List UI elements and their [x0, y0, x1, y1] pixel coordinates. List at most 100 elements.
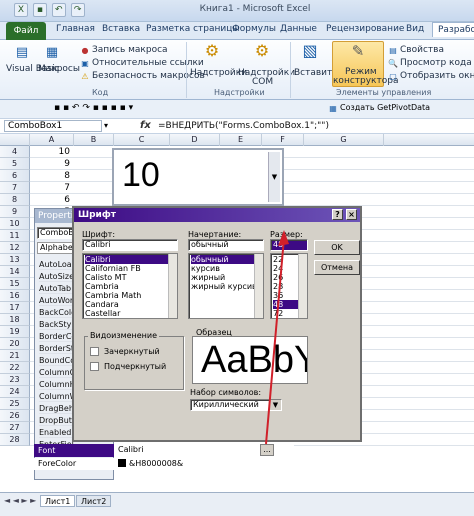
prop-font-name[interactable]: Font [34, 444, 114, 457]
column-header-f[interactable]: F [262, 134, 304, 146]
get-pivot-data-button[interactable]: ▦ Создать GetPivotData [328, 103, 430, 114]
ribbon-separator [290, 42, 291, 98]
record-macro-button[interactable]: ● Запись макроса [80, 45, 168, 56]
show-window-button[interactable]: ▢ Отобразить окно [388, 71, 474, 82]
font-style-input[interactable]: обычный [188, 239, 264, 251]
font-list-item[interactable]: Cambria [85, 282, 169, 291]
help-icon[interactable]: ? [332, 209, 343, 220]
prop-font-value[interactable]: Calibri [118, 445, 144, 454]
tab-insert[interactable]: Вставка [102, 24, 140, 34]
row-header[interactable]: 23 [0, 374, 30, 386]
font-list-item[interactable]: Calibri [85, 255, 169, 264]
row-header[interactable]: 9 [0, 206, 30, 218]
tab-formulas[interactable]: Формулы [232, 24, 276, 34]
row-header[interactable]: 28 [0, 434, 30, 446]
properties-tab-alphabetic[interactable]: Alphabeti [37, 242, 77, 254]
underline-checkbox[interactable] [90, 362, 99, 371]
row-header[interactable]: 27 [0, 422, 30, 434]
design-mode-button[interactable]: ✎ Режим конструктора [332, 41, 398, 87]
record-macro-label: Запись макроса [92, 45, 168, 55]
cell-a[interactable]: 7 [30, 183, 70, 193]
addins-gear-icon: ⚙ [204, 41, 220, 60]
tab-developer[interactable]: Разработ [432, 22, 474, 37]
row-header[interactable]: 7 [0, 182, 30, 194]
size-list-scrollbar[interactable] [298, 254, 307, 318]
strikeout-checkbox[interactable] [90, 347, 99, 356]
column-header-a[interactable]: A [30, 134, 74, 146]
row-header[interactable]: 19 [0, 326, 30, 338]
font-list-item[interactable]: Californian FB [85, 264, 169, 273]
column-header-d[interactable]: D [170, 134, 220, 146]
cell-a[interactable]: 8 [30, 171, 70, 181]
column-header-e[interactable]: E [220, 134, 262, 146]
prop-forecolor-name[interactable]: ForeColor [34, 458, 114, 470]
row-header[interactable]: 12 [0, 242, 30, 254]
row-header[interactable]: 16 [0, 290, 30, 302]
formula-input[interactable]: =ВНЕДРИТЬ("Forms.ComboBox.1";"") [158, 121, 329, 131]
sheet-tab-2[interactable]: Лист2 [76, 495, 112, 507]
row-header[interactable]: 25 [0, 398, 30, 410]
tab-review[interactable]: Рецензирование [326, 24, 404, 34]
font-list-item[interactable]: Castellar [85, 309, 169, 318]
select-all-corner[interactable] [0, 134, 30, 146]
font-list-item[interactable]: Candara [85, 300, 169, 309]
row-header[interactable]: 24 [0, 386, 30, 398]
row-header[interactable]: 6 [0, 170, 30, 182]
style-list-item[interactable]: жирный курсив [191, 282, 255, 291]
column-header-b[interactable]: B [74, 134, 114, 146]
font-list-item[interactable]: Calisto MT [85, 273, 169, 282]
row-header[interactable]: 22 [0, 362, 30, 374]
font-style-list[interactable]: обычный курсив жирный жирный курсив [188, 253, 264, 319]
undo-icon[interactable]: ↶ [51, 3, 66, 17]
tab-file[interactable]: Файл [6, 22, 46, 40]
style-list-item[interactable]: жирный [191, 273, 255, 282]
font-name-list[interactable]: Calibri Californian FB Calisto MT Cambria Ca… [82, 253, 178, 319]
row-header[interactable]: 4 [0, 146, 30, 158]
tab-home[interactable]: Главная [56, 24, 95, 34]
tab-data[interactable]: Данные [280, 24, 317, 34]
row-header[interactable]: 11 [0, 230, 30, 242]
view-code-button[interactable]: 🔍 Просмотр кода [388, 58, 472, 69]
tab-view[interactable]: Вид [406, 24, 424, 34]
row-header[interactable]: 10 [0, 218, 30, 230]
save-icon[interactable]: ▪ [32, 3, 47, 17]
annotation-arrow [265, 230, 289, 445]
redo-icon[interactable]: ↷ [70, 3, 85, 17]
font-list-item[interactable]: Cambria Math [85, 291, 169, 300]
row-header[interactable]: 8 [0, 194, 30, 206]
cell-a[interactable]: 10 [30, 147, 70, 157]
row-header[interactable]: 5 [0, 158, 30, 170]
column-header-c[interactable]: C [114, 134, 170, 146]
row-header[interactable]: 17 [0, 302, 30, 314]
name-box-dropdown-icon[interactable]: ▾ [104, 121, 108, 130]
cell-a[interactable]: 9 [30, 159, 70, 169]
name-box[interactable]: ComboBox1 [4, 120, 102, 132]
font-list-scrollbar[interactable] [168, 254, 177, 318]
row-header[interactable]: 26 [0, 410, 30, 422]
row-header[interactable]: 15 [0, 278, 30, 290]
fx-icon[interactable]: fx [140, 120, 151, 131]
font-name-input[interactable]: Calibri [82, 239, 178, 251]
style-list-item[interactable]: курсив [191, 264, 255, 273]
insert-controls-icon: ▧ [302, 41, 318, 60]
row-header[interactable]: 13 [0, 254, 30, 266]
sheet-tab-1[interactable]: Лист1 [40, 495, 76, 507]
properties-button[interactable]: ▤ Свойства [388, 45, 444, 56]
column-header-g[interactable]: G [304, 134, 384, 146]
row-header[interactable]: 21 [0, 350, 30, 362]
combobox-dropdown-icon[interactable]: ▼ [268, 152, 280, 202]
tab-page-layout[interactable]: Разметка страницы [146, 24, 240, 34]
prop-forecolor-value[interactable]: &H800000​8& [118, 459, 183, 468]
cell-a[interactable]: 6 [30, 195, 70, 205]
combobox-control[interactable]: 10 ▼ [112, 148, 284, 206]
macros-button[interactable]: Макросы [38, 64, 80, 74]
sheet-nav-icons[interactable]: ◄ ◄ ► ► [4, 496, 36, 505]
row-header[interactable]: 18 [0, 314, 30, 326]
row-header[interactable]: 14 [0, 266, 30, 278]
cancel-button[interactable]: Отмена [314, 260, 360, 275]
style-list-item[interactable]: обычный [191, 255, 255, 264]
row-header[interactable]: 20 [0, 338, 30, 350]
close-icon[interactable]: × [346, 209, 357, 220]
sheet-tabs-bar: ◄ ◄ ► ► Лист1 Лист2 [0, 492, 474, 516]
ok-button[interactable]: OK [314, 240, 360, 255]
